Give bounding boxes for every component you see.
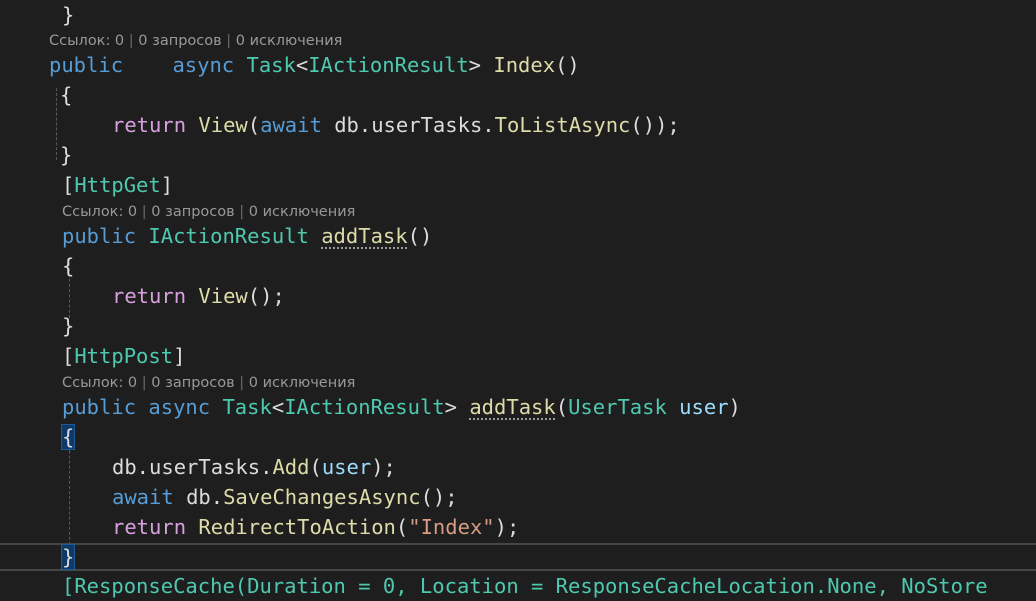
method-name: View (198, 284, 248, 308)
identifier: db.userTasks. (112, 455, 273, 479)
opening-brace: { (60, 83, 73, 107)
keyword: await (260, 113, 322, 137)
matched-brace-highlight: { (60, 424, 76, 450)
punctuation: () (407, 224, 433, 248)
method-name: SaveChangesAsync (223, 485, 421, 509)
punctuation: () (555, 53, 580, 77)
method-name: View (198, 113, 248, 137)
punctuation: ( (309, 455, 322, 479)
codelens-requests[interactable]: 0 запросов (151, 204, 234, 220)
code-line-addtask-post-signature[interactable]: public async Task<IActionResult> addTask… (0, 392, 1036, 422)
identifier: db. (186, 485, 224, 509)
method-name: Add (272, 455, 310, 479)
code-line[interactable]: { (0, 251, 1036, 281)
code-line-index-signature[interactable]: public async Task<IActionResult> Index() (0, 50, 1036, 80)
type-name: UserTask (568, 395, 667, 419)
punctuation: (); (247, 284, 285, 308)
method-name: addTask (321, 224, 408, 248)
keyword: public (62, 395, 137, 419)
punctuation: [ (62, 173, 75, 197)
keyword: public (62, 224, 137, 248)
code-line[interactable]: { (0, 422, 1036, 452)
method-name: Index (493, 53, 556, 77)
type-name: Task (246, 53, 296, 77)
type-name: IActionResult (148, 224, 309, 248)
punctuation: ] (160, 173, 174, 197)
parameter-name: user (321, 455, 372, 479)
codelens-references[interactable]: Ссылок: 0 (49, 33, 124, 49)
punctuation: ) (728, 395, 741, 419)
codelens-exceptions[interactable]: 0 исключения (249, 204, 356, 220)
punctuation: > (468, 53, 482, 77)
codelens-exceptions[interactable]: 0 исключения (249, 375, 356, 391)
codelens-references[interactable]: Ссылок: 0 (62, 204, 137, 220)
parameter-name: user (679, 395, 729, 419)
punctuation: [ (62, 344, 75, 368)
punctuation: < (271, 395, 285, 419)
codelens-references[interactable]: Ссылок: 0 (62, 375, 137, 391)
punctuation: ); (494, 515, 520, 539)
keyword-control: return (112, 284, 187, 308)
closing-brace: } (62, 314, 75, 338)
identifier: db.userTasks. (334, 113, 495, 137)
attribute-name: HttpPost (74, 344, 174, 368)
punctuation: (); (420, 485, 458, 509)
keyword: public (49, 53, 124, 77)
keyword-control: return (112, 515, 187, 539)
code-line-attribute[interactable]: [HttpGet] (0, 170, 1036, 200)
attribute-name: HttpGet (74, 173, 161, 197)
punctuation: ( (395, 515, 409, 539)
code-line[interactable]: } (0, 0, 1036, 30)
type-name: IActionResult (284, 395, 445, 419)
code-line[interactable]: } (0, 140, 1036, 170)
code-line[interactable]: } (0, 311, 1036, 341)
code-editor[interactable]: } Ссылок: 0 | 0 запросов | 0 исключения … (0, 0, 1036, 598)
codelens-requests[interactable]: 0 запросов (138, 33, 221, 49)
attribute-name: [ResponseCache(Duration = 0, Location = … (62, 574, 988, 598)
punctuation: ( (555, 395, 569, 419)
code-line-attribute[interactable]: [HttpPost] (0, 341, 1036, 371)
method-name: ToListAsync (494, 113, 631, 137)
type-name: Task (222, 395, 272, 419)
keyword: await (112, 485, 174, 509)
opening-brace: { (62, 254, 75, 278)
code-line[interactable]: { (0, 80, 1036, 110)
codelens: Ссылок: 0 | 0 запросов | 0 исключения (62, 204, 356, 220)
codelens: Ссылок: 0 | 0 запросов | 0 исключения (62, 375, 356, 391)
keyword: async (148, 395, 211, 419)
punctuation: ] (173, 344, 186, 368)
keyword-control: return (112, 113, 187, 137)
codelens: Ссылок: 0 | 0 запросов | 0 исключения (49, 33, 343, 49)
matched-brace-highlight: } (60, 544, 76, 570)
code-line[interactable]: return View(await db.userTasks.ToListAsy… (0, 110, 1036, 140)
code-line[interactable]: await db.SaveChangesAsync(); (0, 482, 1036, 512)
code-line-current[interactable]: } (0, 542, 1036, 572)
punctuation: ()); (630, 113, 680, 137)
code-line[interactable]: db.userTasks.Add(user); (0, 452, 1036, 482)
punctuation: ); (371, 455, 396, 479)
closing-brace: } (62, 3, 75, 27)
code-line[interactable]: return View(); (0, 281, 1036, 311)
keyword: async (172, 53, 235, 77)
method-name: RedirectToAction (198, 515, 396, 539)
punctuation: ( (247, 113, 261, 137)
method-name: addTask (469, 395, 556, 419)
closing-brace: } (60, 143, 73, 167)
codelens-requests[interactable]: 0 запросов (151, 375, 234, 391)
string-literal: "Index" (408, 515, 495, 539)
code-line-partial[interactable]: [ResponseCache(Duration = 0, Location = … (0, 571, 1036, 601)
type-name: IActionResult (308, 53, 469, 77)
punctuation: > (444, 395, 457, 419)
code-line[interactable]: return RedirectToAction("Index"); (0, 512, 1036, 542)
punctuation: < (295, 53, 309, 77)
codelens-exceptions[interactable]: 0 исключения (236, 33, 343, 49)
code-line-addtask-get-signature[interactable]: public IActionResult addTask() (0, 221, 1036, 251)
